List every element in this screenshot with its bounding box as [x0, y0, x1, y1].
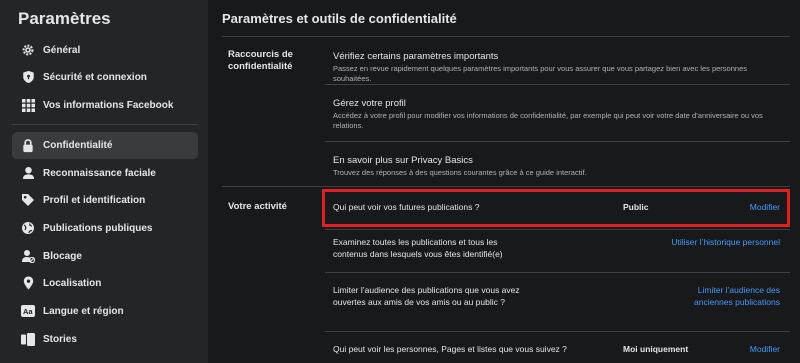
sidebar-item-label: Langue et région: [43, 305, 124, 317]
location-pin-icon: [15, 270, 41, 296]
row-divider: [325, 331, 790, 332]
row-divider: [325, 141, 790, 142]
edit-link[interactable]: Modifier: [700, 343, 780, 355]
sidebar-item-label: Publications publiques: [43, 222, 153, 234]
svg-text:Aa: Aa: [23, 307, 33, 316]
shortcut-description: Trouvez des réponses à des questions cou…: [333, 168, 587, 177]
activity-log-link[interactable]: Utiliser l’historique personnel: [640, 236, 780, 248]
page-title: Paramètres et outils de confidentialité: [222, 11, 457, 26]
setting-value: Moi uniquement: [623, 344, 689, 354]
sidebar-item-general[interactable]: Général: [12, 37, 198, 63]
gear-icon: [15, 37, 41, 63]
sidebar-item-face-recognition[interactable]: Reconnaissance faciale: [12, 160, 198, 186]
highlight-annotation-box: [322, 189, 790, 227]
sidebar-item-label: Reconnaissance faciale: [43, 167, 156, 179]
settings-sidebar: Paramètres Général Sécurité et connexion…: [0, 0, 208, 363]
grid-icon: [15, 92, 41, 118]
shortcut-title[interactable]: En savoir plus sur Privacy Basics: [333, 155, 473, 167]
shield-icon: [15, 64, 41, 90]
sidebar-item-label: Profil et identification: [43, 194, 146, 206]
sidebar-divider: [12, 124, 198, 125]
row-divider: [325, 229, 790, 230]
sidebar-item-label: Général: [43, 44, 81, 56]
sidebar-item-label: Stories: [43, 333, 77, 345]
privacy-settings-panel: Paramètres et outils de confidentialité …: [208, 0, 800, 363]
sidebar-item-label: Confidentialité: [43, 140, 113, 151]
shortcut-description: Accédez à votre profil pour modifier vos…: [333, 111, 763, 130]
sidebar-item-stories[interactable]: Stories: [12, 326, 198, 352]
sidebar-item-label: Localisation: [43, 277, 102, 289]
sidebar-item-label: Blocage: [43, 250, 82, 262]
setting-question: Examinez toutes les publications et tous…: [333, 237, 503, 259]
sidebar-item-location[interactable]: Localisation: [12, 270, 198, 296]
section-divider: [222, 186, 790, 187]
block-user-icon: [15, 243, 41, 269]
language-icon: Aa: [15, 298, 41, 324]
sidebar-item-public-posts[interactable]: Publications publiques: [12, 215, 198, 241]
stories-icon: [15, 326, 41, 352]
sidebar-item-blocking[interactable]: Blocage: [12, 243, 198, 269]
sidebar-item-language-region[interactable]: Aa Langue et région: [12, 298, 198, 324]
row-divider: [325, 84, 790, 85]
title-divider: [222, 36, 790, 37]
sidebar-title: Paramètres: [18, 9, 111, 28]
sidebar-item-profile-tagging[interactable]: Profil et identification: [12, 187, 198, 213]
section-label-shortcuts: Raccourcis de confidentialité: [228, 49, 293, 72]
setting-question: Qui peut voir les personnes, Pages et li…: [333, 344, 567, 354]
lock-icon: [15, 133, 41, 159]
sidebar-item-facebook-info[interactable]: Vos informations Facebook: [12, 92, 198, 118]
row-divider: [325, 272, 790, 273]
setting-question: Limiter l’audience des publications que …: [333, 285, 520, 307]
shortcut-title[interactable]: Gérez votre profil: [333, 98, 406, 110]
globe-icon: [15, 215, 41, 241]
shortcut-title[interactable]: Vérifiez certains paramètres importants: [333, 51, 498, 63]
section-label-activity: Votre activité: [228, 201, 287, 212]
limit-past-posts-link[interactable]: Limiter l’audience des anciennes publica…: [675, 284, 780, 308]
face-icon: [15, 160, 41, 186]
sidebar-item-label: Vos informations Facebook: [43, 99, 174, 111]
tag-icon: [15, 187, 41, 213]
shortcut-description: Passez en revue rapidement quelques para…: [333, 64, 747, 83]
sidebar-item-security[interactable]: Sécurité et connexion: [12, 64, 198, 90]
sidebar-item-label: Sécurité et connexion: [43, 71, 147, 83]
sidebar-item-privacy[interactable]: Confidentialité: [12, 132, 198, 159]
